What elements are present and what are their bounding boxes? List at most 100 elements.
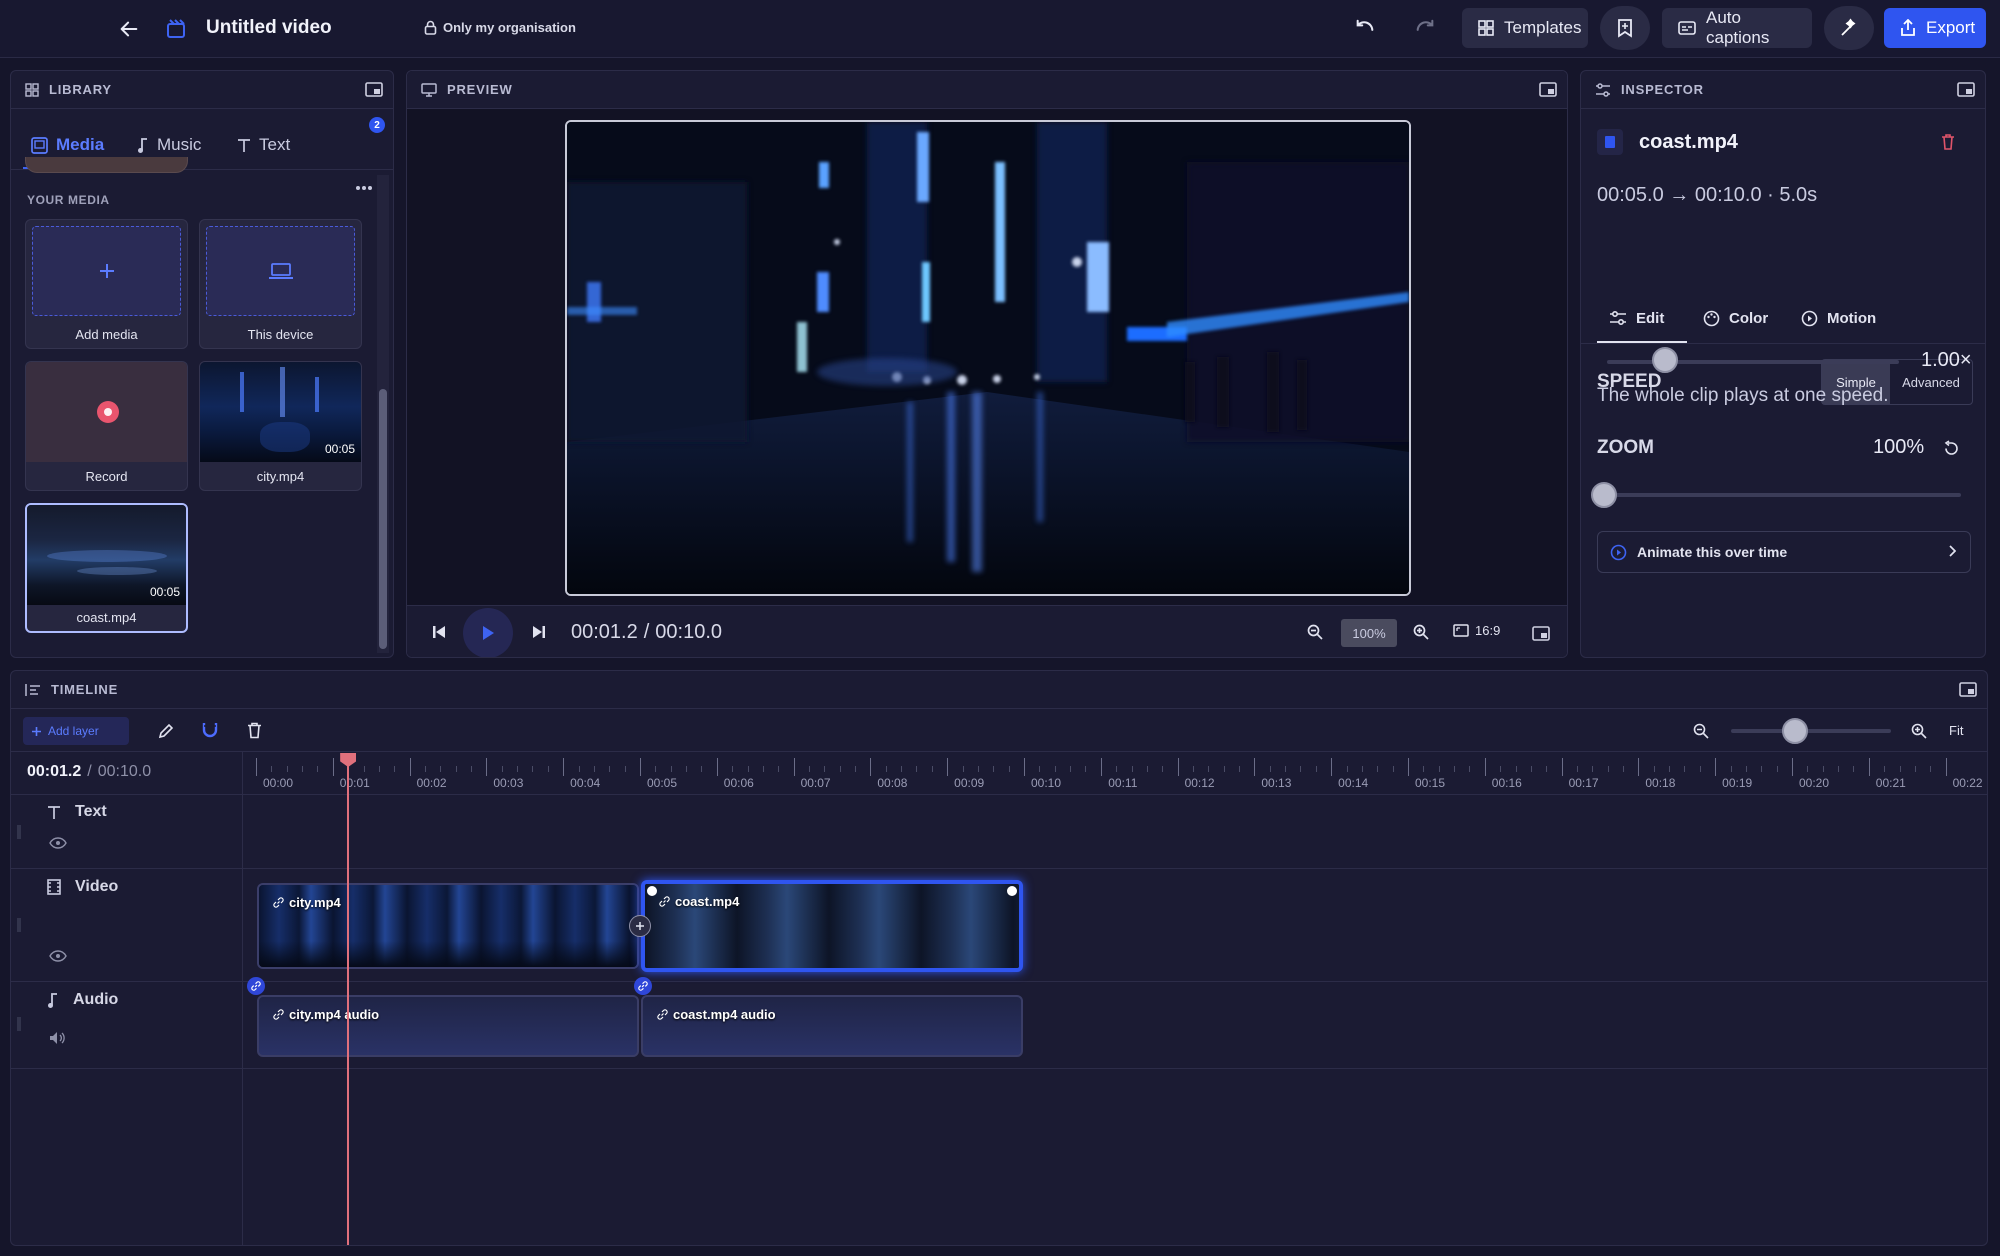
templates-label: Templates — [1504, 18, 1582, 37]
redo-icon[interactable] — [1410, 14, 1440, 44]
ruler-minor-tick — [824, 766, 826, 772]
preview-current-time: 00:01.2 — [571, 621, 638, 643]
speed-slider-track[interactable] — [1607, 360, 1899, 364]
ruler-minor-tick — [1730, 766, 1732, 772]
ruler-minor-tick — [1392, 766, 1394, 772]
skip-start-icon[interactable] — [427, 620, 451, 644]
project-title[interactable]: Untitled video — [206, 17, 332, 39]
record-tile[interactable]: Record — [25, 361, 188, 491]
tab-text[interactable]: Text — [237, 121, 290, 169]
coast-clip-handle-right[interactable] — [1007, 886, 1017, 896]
video-clip-coast[interactable]: coast.mp4 — [641, 880, 1023, 972]
fit-button[interactable]: Fit — [1949, 723, 1963, 738]
library-grid-icon — [25, 82, 39, 97]
dock-panel-icon[interactable] — [365, 82, 383, 97]
preview-zoom-level[interactable]: 100% — [1341, 619, 1397, 647]
preview-total-time: 00:10.0 — [655, 621, 723, 643]
audio-link-indicator-city[interactable] — [247, 977, 265, 995]
city-media-tile[interactable]: 00:05 city.mp4 — [199, 361, 362, 491]
ruler-minor-tick — [1576, 766, 1578, 772]
video-track-drag-handle[interactable] — [17, 918, 21, 932]
ruler-minor-tick — [701, 766, 703, 772]
zoom-slider-track[interactable] — [1597, 493, 1961, 497]
text-track-drag-handle[interactable] — [17, 825, 21, 839]
ruler-major-tick — [947, 758, 949, 776]
timeline-ruler[interactable]: 00:00 00:01 00:02 00:03 00:04 00:05 00:06 00:07… — [243, 752, 1987, 794]
ruler-minor-tick — [1269, 766, 1271, 772]
audio-clip-city[interactable]: city.mp4 audio — [257, 995, 639, 1057]
trash-icon[interactable] — [247, 722, 262, 739]
audio-clip-coast[interactable]: coast.mp4 audio — [641, 995, 1023, 1057]
zoom-slider-knob[interactable] — [1591, 482, 1617, 508]
zoom-out-icon[interactable] — [1303, 620, 1327, 644]
auto-captions-button[interactable]: Auto captions — [1662, 8, 1812, 48]
tab-motion[interactable]: Motion — [1801, 293, 1876, 343]
timeline-dock-icon[interactable] — [1959, 682, 1977, 697]
zoom-in-icon[interactable] — [1409, 620, 1433, 644]
ruler-tick-label: 00:18 — [1645, 776, 1676, 790]
ruler-tick-label: 00:04 — [570, 776, 601, 790]
audio-track-drag-handle[interactable] — [17, 1017, 21, 1031]
coast-clip-handle-left[interactable] — [647, 886, 657, 896]
inspector-panel: INSPECTOR coast.mp4 00:05.0 → 00:10.0 · … — [1580, 70, 1986, 658]
magnet-icon[interactable] — [201, 721, 219, 739]
ruler-tick-label: 00:22 — [1952, 776, 1983, 790]
add-transition-button[interactable] — [629, 915, 651, 937]
library-scrollbar-thumb[interactable] — [379, 389, 387, 649]
timeline-zoom-track[interactable] — [1731, 729, 1891, 733]
ruler-tick-label: 00:03 — [493, 776, 524, 790]
library-scrollbar[interactable] — [377, 175, 389, 653]
pen-icon[interactable] — [157, 722, 175, 740]
timeline-zoom-knob[interactable] — [1782, 718, 1808, 744]
timeline-zoom-out-icon[interactable] — [1693, 723, 1709, 739]
this-device-tile[interactable]: This device — [199, 219, 362, 349]
audio-link-indicator-coast[interactable] — [634, 977, 652, 995]
timeline-zoom-in-icon[interactable] — [1911, 723, 1927, 739]
undo-icon[interactable] — [1350, 14, 1380, 44]
city-clip-name: city.mp4 — [289, 895, 341, 910]
aspect-ratio-button[interactable]: 16:9 — [1453, 623, 1500, 638]
back-arrow-icon[interactable] — [114, 14, 144, 44]
speaker-icon[interactable] — [49, 1031, 65, 1045]
play-button[interactable] — [463, 608, 513, 657]
ruler-tick-label: 00:16 — [1491, 776, 1522, 790]
export-button[interactable]: Export — [1884, 8, 1986, 48]
privacy-setting[interactable]: Only my organisation — [424, 20, 576, 35]
skip-end-icon[interactable] — [527, 620, 551, 644]
speed-slider-knob[interactable] — [1652, 347, 1679, 373]
reset-zoom-icon[interactable] — [1943, 440, 1960, 457]
ruler-minor-tick — [440, 766, 442, 772]
delete-clip-icon[interactable] — [1941, 134, 1955, 150]
video-preview-frame[interactable] — [565, 120, 1411, 596]
ruler-tick-label: 00:09 — [954, 776, 985, 790]
music-note-icon — [137, 137, 149, 154]
magic-tools-button[interactable] — [1824, 6, 1874, 50]
coast-media-tile[interactable]: 00:05 coast.mp4 — [25, 503, 188, 633]
text-track-eye-icon[interactable] — [49, 837, 67, 849]
inspector-sliders-icon — [1595, 82, 1611, 97]
coast-audio-name: coast.mp4 audio — [673, 1007, 776, 1022]
transition-plus-icon — [635, 921, 645, 931]
audio-track-icon — [47, 992, 59, 1009]
tab-edit[interactable]: Edit — [1609, 293, 1664, 343]
preview-dock-icon[interactable] — [1539, 82, 1557, 97]
inspector-dock-icon[interactable] — [1957, 82, 1975, 97]
tab-color[interactable]: Color — [1703, 293, 1768, 343]
playhead[interactable] — [340, 753, 357, 1245]
coast-duration: 00:05 — [149, 585, 180, 599]
ruler-minor-tick — [1515, 766, 1517, 772]
video-track-eye-icon[interactable] — [49, 950, 67, 962]
inspector-tab-divider — [1581, 343, 1985, 344]
bookmark-button[interactable] — [1600, 6, 1650, 50]
city-clip-shade — [259, 941, 637, 967]
animate-over-time-button[interactable]: Animate this over time — [1597, 531, 1971, 573]
templates-button[interactable]: Templates — [1462, 8, 1588, 48]
more-tabs-button[interactable] — [355, 185, 373, 191]
ruler-minor-tick — [1914, 766, 1916, 772]
ruler-tick-label: 00:17 — [1568, 776, 1599, 790]
video-clip-city[interactable]: city.mp4 — [257, 883, 639, 969]
add-media-tile[interactable]: Add media — [25, 219, 188, 349]
ruler-minor-tick — [471, 766, 473, 772]
fullscreen-icon[interactable] — [1529, 621, 1553, 645]
add-layer-button[interactable]: Add layer — [23, 717, 129, 745]
